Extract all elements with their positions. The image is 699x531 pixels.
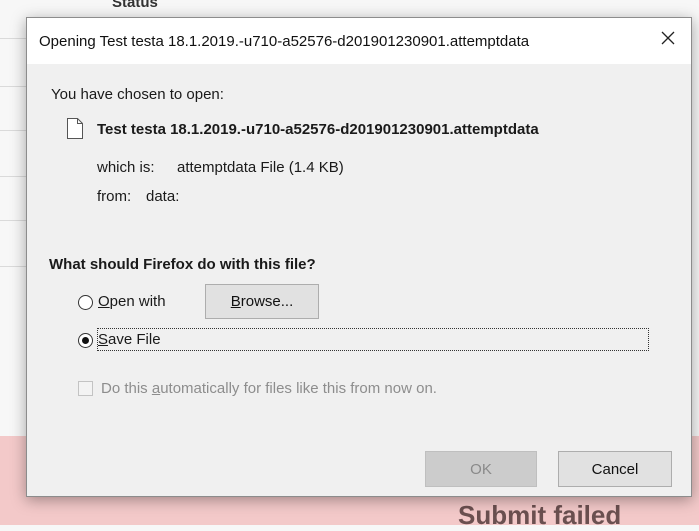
- background-status-heading: Status: [112, 0, 158, 11]
- auto-accesskey: a: [151, 380, 161, 397]
- open-with-radio[interactable]: [78, 295, 93, 310]
- close-icon: [661, 31, 675, 45]
- action-question: What should Firefox do with this file?: [49, 256, 316, 273]
- file-type-value: attemptdata File (1.4 KB): [177, 159, 344, 176]
- ok-button[interactable]: OK: [425, 451, 537, 487]
- background-divider: [0, 176, 26, 177]
- background-divider: [0, 38, 26, 39]
- source-label: from:: [97, 188, 132, 205]
- save-file-label-rest: ave File: [108, 331, 161, 348]
- browse-label-rest: rowse...: [240, 293, 294, 310]
- dialog-title: Opening Test testa 18.1.2019.-u710-a5257…: [39, 33, 530, 50]
- browse-button[interactable]: Browse...: [205, 284, 319, 319]
- background-submit-failed: Submit failed: [458, 500, 622, 530]
- auto-checkbox[interactable]: [78, 381, 93, 396]
- background-divider: [0, 130, 26, 131]
- file-name: Test testa 18.1.2019.-u710-a52576-d20190…: [97, 121, 539, 138]
- background-divider: [0, 86, 26, 87]
- close-button[interactable]: [645, 18, 691, 58]
- cancel-button[interactable]: Cancel: [558, 451, 672, 487]
- open-with-accesskey: O: [98, 293, 110, 310]
- file-type-label: which is:: [97, 159, 155, 176]
- save-file-label[interactable]: Save File: [98, 331, 161, 348]
- background-divider: [0, 220, 26, 221]
- source-value: data:: [146, 188, 180, 205]
- open-with-label[interactable]: Open with: [98, 293, 166, 310]
- save-file-focus-outline: [97, 328, 649, 351]
- auto-suffix: utomatically for files like this from no…: [160, 380, 437, 397]
- file-icon: [67, 118, 83, 139]
- background-divider: [0, 266, 26, 267]
- dialog-titlebar: Opening Test testa 18.1.2019.-u710-a5257…: [27, 18, 691, 64]
- download-dialog: Opening Test testa 18.1.2019.-u710-a5257…: [26, 17, 692, 497]
- auto-checkbox-label: Do this automatically for files like thi…: [101, 380, 437, 397]
- chosen-to-open-label: You have chosen to open:: [51, 86, 224, 103]
- browse-accesskey: B: [230, 293, 241, 310]
- save-file-radio[interactable]: [78, 333, 93, 348]
- save-file-accesskey: S: [98, 331, 109, 348]
- open-with-label-rest: pen with: [109, 293, 166, 310]
- auto-prefix: Do this: [101, 380, 152, 397]
